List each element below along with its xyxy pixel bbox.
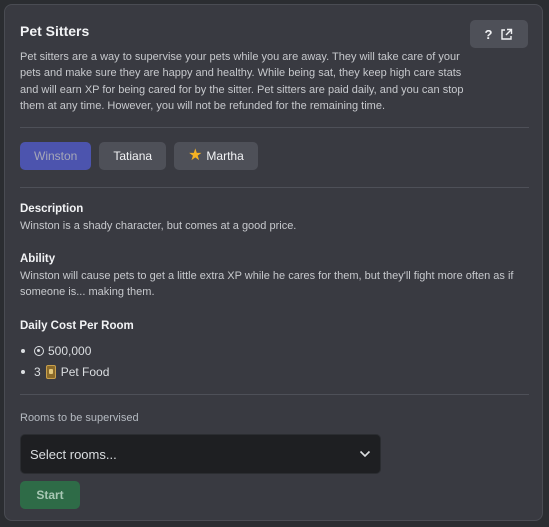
divider <box>20 187 529 188</box>
tab-martha[interactable]: ★ Martha <box>174 142 258 170</box>
list-item: 3 Pet Food <box>20 361 109 382</box>
description-text: Winston is a shady character, but comes … <box>20 220 297 232</box>
ability-text: Winston will cause pets to get a little … <box>20 270 514 298</box>
tab-label: Winston <box>34 149 78 163</box>
star-icon: ★ <box>188 147 203 164</box>
divider <box>20 394 529 395</box>
cost-list: 500,000 3 Pet Food <box>20 340 109 382</box>
divider <box>20 127 529 128</box>
tab-label: Martha <box>206 149 244 163</box>
tab-tatiana[interactable]: Tatiana <box>99 142 167 170</box>
food-quantity: 3 <box>34 364 41 379</box>
description-heading: Description <box>20 203 84 215</box>
help-link-button[interactable]: ? <box>470 20 528 48</box>
food-label: Pet Food <box>60 364 110 379</box>
tab-winston[interactable]: Winston <box>20 142 92 170</box>
rooms-select[interactable]: Select rooms... <box>20 434 381 474</box>
cost-heading: Daily Cost Per Room <box>20 320 134 332</box>
list-item: 500,000 <box>20 340 109 361</box>
coin-icon <box>34 345 44 356</box>
ability-heading: Ability <box>20 253 56 265</box>
intro-text: Pet sitters are a way to supervise your … <box>20 51 464 112</box>
pet-food-icon <box>45 364 56 379</box>
sitter-tabs: Winston Tatiana ★ Martha <box>20 142 258 170</box>
rooms-label: Rooms to be supervised <box>20 412 139 424</box>
help-label: ? <box>484 26 493 42</box>
select-placeholder: Select rooms... <box>30 446 117 462</box>
pet-sitters-panel: Pet Sitters ? Pet sitters are a way to s… <box>4 4 543 521</box>
start-button[interactable]: Start <box>20 481 80 509</box>
tab-label: Tatiana <box>113 149 153 163</box>
panel-title: Pet Sitters <box>20 23 90 39</box>
chevron-down-icon <box>359 450 371 458</box>
coin-amount: 500,000 <box>48 343 92 358</box>
external-link-icon <box>501 28 513 40</box>
